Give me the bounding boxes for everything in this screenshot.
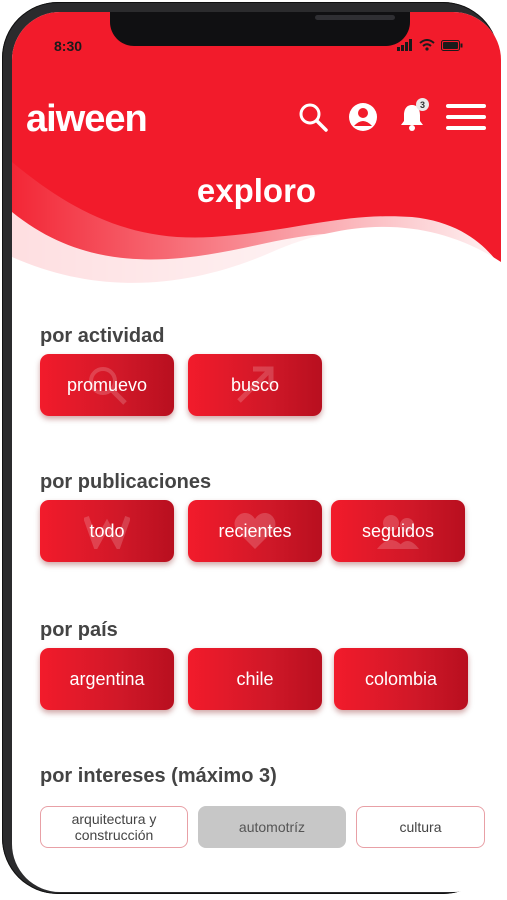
filter-button-label: seguidos [361,520,435,541]
filter-button-recientes[interactable]: recientes [188,500,322,562]
page-title: exploro [196,172,317,209]
filter-button-seguidos[interactable]: seguidos [331,500,465,562]
filter-button-argentina[interactable]: argentina [40,648,174,710]
speaker-grille [315,15,395,20]
filter-button-label: argentina [69,668,145,689]
bell-icon[interactable]: 3 [395,98,429,134]
interest-chip-arquitectura[interactable]: arquitectura y construcción [40,806,188,848]
interest-chip-label: automotríz [238,819,306,835]
phone-frame: 8:30 aiween 3 exploro por actividad prom… [2,2,501,894]
filter-button-busco[interactable]: busco [188,354,322,416]
search-icon[interactable] [296,100,330,134]
status-time: 8:30 [54,38,83,54]
filter-button-label: colombia [364,668,438,689]
filter-button-label: recientes [218,520,292,541]
section-label-actividad: por actividad [40,325,165,347]
status-bar-icons [397,39,463,51]
filter-button-label: todo [89,520,125,541]
filter-button-todo[interactable]: todo [40,500,174,562]
app-logo[interactable]: aiween [26,98,148,141]
menu-icon[interactable] [444,100,488,134]
notification-badge: 3 [416,98,429,111]
filter-button-colombia[interactable]: colombia [334,648,468,710]
header-background [12,12,501,312]
interest-chip-automotriz[interactable]: automotríz [198,806,346,848]
filter-button-chile[interactable]: chile [188,648,322,710]
section-label-intereses: por intereses (máximo 3) [40,765,277,787]
filter-button-label: promuevo [66,374,148,395]
filter-button-label: busco [230,374,280,395]
interest-chip-label: cultura [399,819,442,835]
battery-icon [441,39,463,51]
app-screen: 8:30 aiween 3 exploro por actividad prom… [12,12,501,892]
user-icon[interactable] [346,100,380,134]
signal-icon [397,39,412,51]
section-label-pais: por país [40,619,118,641]
wifi-icon [419,39,435,51]
section-label-publicaciones: por publicaciones [40,471,212,493]
interest-chip-label: arquitectura y construcción [71,811,157,843]
interest-chip-cultura[interactable]: cultura [356,806,485,848]
filter-button-label: chile [236,668,274,689]
filter-button-promuevo[interactable]: promuevo [40,354,174,416]
device-notch [110,12,410,46]
